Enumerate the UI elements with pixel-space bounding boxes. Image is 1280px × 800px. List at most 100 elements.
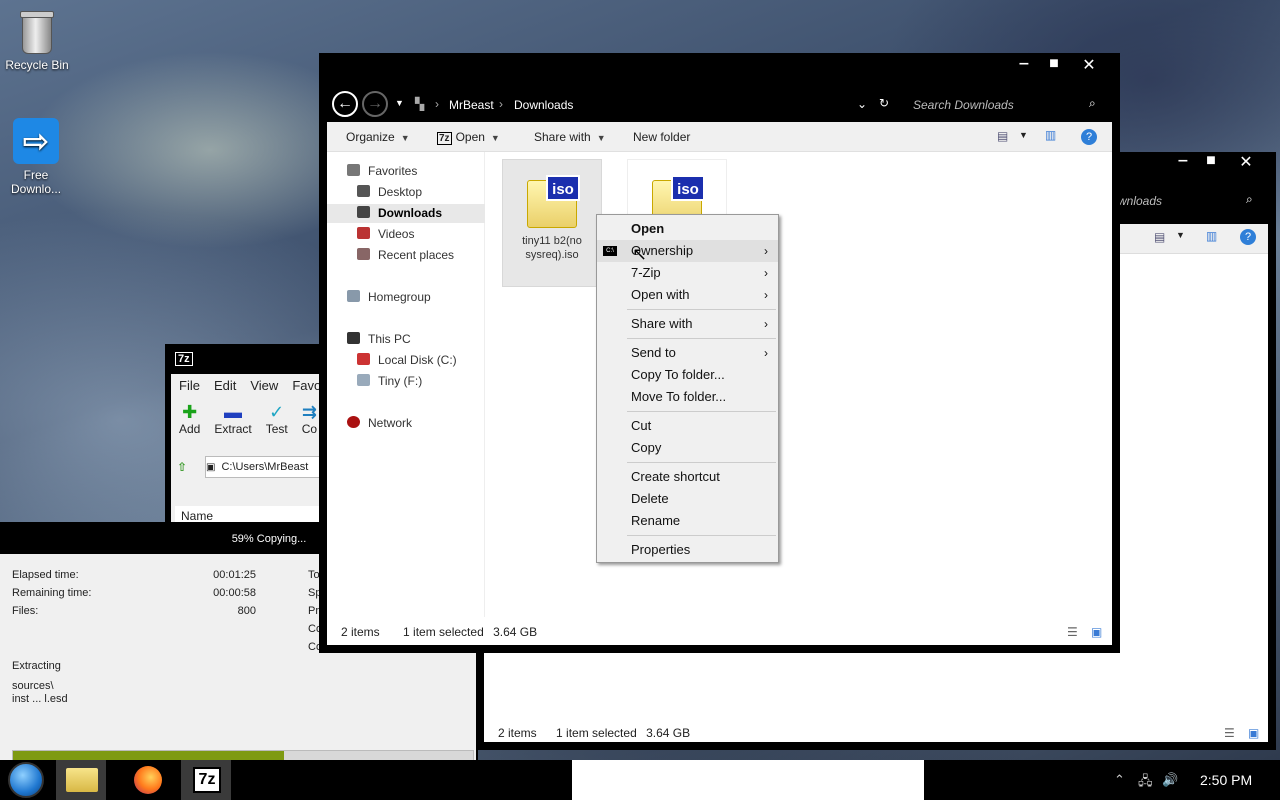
volume-icon[interactable]: 🔊 (1162, 772, 1178, 788)
copy-button[interactable]: ⇉ Co (302, 402, 317, 436)
file-name: tiny11 b2(no sysreq).iso (522, 235, 582, 261)
maximize-button[interactable]: ■ (1039, 55, 1069, 73)
search-icon[interactable]: ⌕ (1089, 96, 1096, 111)
nav-videos[interactable]: Videos (357, 225, 414, 244)
menu-item-move-to-folder[interactable]: Move To folder... (597, 386, 778, 408)
menu-item-rename[interactable]: Rename (597, 510, 778, 532)
nav-local-disk[interactable]: Local Disk (C:) (357, 351, 457, 370)
nav-favorites[interactable]: Favorites (347, 162, 417, 181)
add-button[interactable]: ✚ Add (179, 402, 200, 436)
nav-recent-places[interactable]: Recent places (357, 246, 454, 265)
start-button[interactable] (8, 762, 44, 798)
menu-item-delete[interactable]: Delete (597, 488, 778, 510)
help-icon[interactable]: ? (1240, 229, 1256, 245)
menu-item-properties[interactable]: Properties (597, 539, 778, 561)
nav-this-pc-label: This PC (368, 332, 411, 346)
open-button[interactable]: 7z Open ▼ (437, 130, 500, 145)
close-button[interactable]: ✕ (1231, 152, 1261, 172)
nav-homegroup[interactable]: Homegroup (347, 288, 431, 307)
preview-pane-icon[interactable]: ▥ (1206, 229, 1217, 243)
nav-desktop[interactable]: Desktop (357, 183, 422, 202)
breadcrumb-separator-icon: › (499, 97, 503, 111)
recent-locations-icon[interactable]: ▼ (395, 98, 404, 108)
new-folder-button[interactable]: New folder (633, 130, 690, 144)
refresh-icon[interactable]: ↻ (879, 96, 889, 110)
menu-file[interactable]: File (179, 378, 200, 393)
7zip-menu-bar: File Edit View Favo (171, 374, 335, 396)
change-view-icon[interactable]: ▤ (997, 129, 1008, 143)
file-item[interactable]: iso (627, 159, 727, 228)
show-hidden-icons-icon[interactable]: ⌃ (1114, 772, 1125, 788)
menu-favorites[interactable]: Favo (292, 378, 321, 393)
extract-button[interactable]: ▬ Extract (214, 402, 251, 436)
back-button[interactable]: ← (332, 91, 358, 117)
taskbar-firefox[interactable] (122, 760, 172, 800)
test-label: Test (265, 422, 288, 436)
chevron-down-icon[interactable]: ▼ (1176, 230, 1185, 240)
menu-item-open-with[interactable]: Open with › (597, 284, 778, 306)
minimize-button[interactable]: ‒ (1009, 55, 1039, 73)
desktop-icon-free-download-manager[interactable]: ⇨ Free Downlo... (0, 118, 72, 196)
menu-item-send-to[interactable]: Send to › (597, 342, 778, 364)
clock[interactable]: 2:50 PM (1200, 772, 1252, 788)
file-item[interactable]: iso tiny11 b2(no sysreq).iso (502, 159, 602, 287)
close-button[interactable]: ✕ (1074, 55, 1104, 75)
7zip-toolbar: ✚ Add ▬ Extract ✓ Test ⇉ Co (171, 396, 335, 436)
nav-network[interactable]: Network (347, 414, 412, 433)
search-input[interactable]: Search Downloads (913, 98, 1014, 112)
address-bar[interactable]: ▣ C:\Users\MrBeast (205, 456, 335, 478)
menu-item-cut[interactable]: Cut (597, 415, 778, 437)
breadcrumb-mrbeast[interactable]: MrBeast (449, 98, 494, 112)
menu-edit[interactable]: Edit (214, 378, 236, 393)
menu-item-ownership[interactable]: C:\ Ownership › (597, 240, 778, 262)
command-bar: Organize ▼ 7z Open ▼ Share with ▼ New folder… (327, 122, 1112, 152)
desktop-icon-recycle-bin[interactable]: Recycle Bin (1, 11, 73, 72)
details-view-icon[interactable]: ☰ (1067, 625, 1078, 639)
recycle-bin-label: Recycle Bin (5, 58, 69, 72)
test-button[interactable]: ✓ Test (266, 402, 288, 436)
nav-tiny-drive[interactable]: Tiny (F:) (357, 372, 422, 391)
menu-item-open[interactable]: Open (597, 218, 778, 240)
search-icon[interactable]: ⌕ (1246, 192, 1253, 207)
large-icons-view-icon[interactable]: ▣ (1091, 625, 1102, 639)
context-menu: Open C:\ Ownership › 7-Zip › Open with › S… (596, 214, 779, 563)
chevron-down-icon[interactable]: ▼ (1019, 130, 1028, 140)
help-icon[interactable]: ? (1081, 129, 1097, 145)
taskbar: 7z ⌃ 🖧 🔊 2:50 PM (0, 760, 1280, 800)
minimize-button[interactable]: ‒ (1168, 152, 1198, 170)
recycle-bin-icon (20, 11, 54, 54)
menu-item-7zip[interactable]: 7-Zip › (597, 262, 778, 284)
address-dropdown-icon[interactable]: ⌄ (857, 97, 867, 111)
menu-item-copy[interactable]: Copy (597, 437, 778, 459)
nav-local-disk-label: Local Disk (C:) (378, 353, 457, 367)
taskbar-explorer[interactable] (56, 760, 106, 800)
folder-up-icon[interactable]: ⇧ (177, 460, 187, 474)
view-icon[interactable]: ▤ (1154, 230, 1165, 244)
menu-separator (627, 535, 776, 536)
extract-label: Extract (214, 422, 252, 436)
elapsed-row: Elapsed time: 00:01:25 (12, 569, 256, 585)
preview-pane-icon[interactable]: ▥ (1045, 128, 1056, 142)
menu-item-7zip-label: 7-Zip (631, 265, 661, 280)
share-with-button[interactable]: Share with ▼ (534, 130, 606, 144)
breadcrumb-separator-icon: › (435, 97, 439, 111)
maximize-button[interactable]: ■ (1196, 152, 1226, 170)
menu-item-copy-to-folder[interactable]: Copy To folder... (597, 364, 778, 386)
breadcrumb-downloads[interactable]: Downloads (514, 98, 573, 112)
forward-button[interactable]: → (362, 91, 388, 117)
selection-count: 1 item selected (556, 726, 637, 740)
taskbar-7zip[interactable]: 7z (181, 760, 231, 800)
nav-downloads[interactable]: Downloads (327, 204, 485, 223)
menu-view[interactable]: View (250, 378, 278, 393)
iso-file-icon: iso (527, 175, 580, 228)
details-view-icon[interactable]: ☰ (1224, 726, 1235, 740)
downloads-icon (357, 206, 370, 218)
organize-button[interactable]: Organize ▼ (346, 130, 410, 144)
menu-item-share-with[interactable]: Share with › (597, 313, 778, 335)
7zip-window: 7z File Edit View Favo ✚ Add ▬ Extract ✓ Te… (165, 344, 335, 546)
search-input[interactable]: wnloads (1118, 194, 1162, 208)
menu-item-create-shortcut[interactable]: Create shortcut (597, 466, 778, 488)
network-icon[interactable]: 🖧 (1138, 772, 1153, 794)
nav-this-pc[interactable]: This PC (347, 330, 411, 349)
large-icons-view-icon[interactable]: ▣ (1248, 726, 1259, 740)
